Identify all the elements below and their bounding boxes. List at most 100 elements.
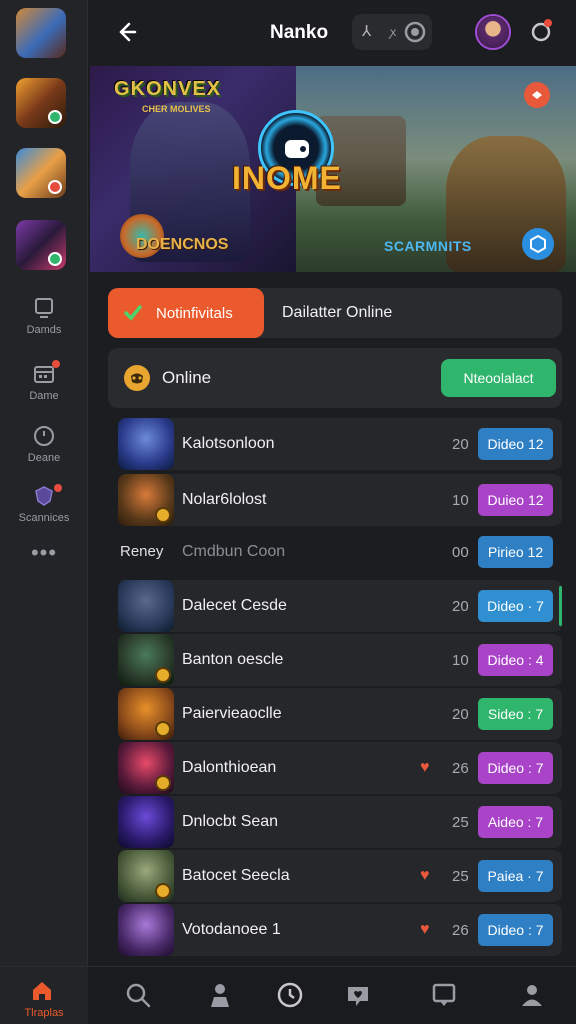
item-name: Nolar6lolost (182, 491, 267, 508)
notification-dot (52, 360, 60, 368)
chat-icon[interactable] (430, 981, 458, 1009)
list-item[interactable]: Kalotsonloon 20 Dideo 12 (118, 418, 562, 470)
record-icon[interactable] (404, 21, 426, 43)
tab-notifications[interactable]: Notinfivitals (108, 288, 264, 338)
list-item[interactable]: Votodanoee 1 ♥ 26 Dideo : 7 (118, 904, 562, 956)
item-name: Paiervieaoclle (182, 705, 282, 722)
avatar[interactable] (475, 14, 511, 50)
game-thumbnail (118, 474, 174, 526)
sidebar-item-label: Scannices (18, 512, 70, 524)
item-tag-button[interactable]: Dideo : 4 (478, 644, 553, 676)
list-item[interactable]: Dalonthioean ♥ 26 Dideo : 7 (118, 742, 562, 794)
game-thumbnail (118, 850, 174, 902)
item-tag-button[interactable]: Dideo : 7 (478, 914, 553, 946)
monitor-icon (35, 298, 53, 318)
item-count: 26 (452, 922, 469, 939)
close-icon: ꭗ (390, 25, 397, 39)
app-root: Damds Dame Deane Scannices ••• Nanko ⅄ ꭗ (0, 0, 576, 1024)
item-tag-button[interactable]: Dideo · 7 (478, 590, 553, 622)
home-icon (33, 982, 51, 1000)
search-icon[interactable] (124, 981, 152, 1009)
item-count: 26 (452, 760, 469, 777)
item-tag-button[interactable]: Pirieo 12 (478, 536, 553, 568)
featured-banner[interactable]: GKONVEX CHER MOLIVES INOME DOENCNOS SCAR… (90, 66, 576, 272)
list-item[interactable]: Dnlocbt Sean 25 Aideo : 7 (118, 796, 562, 848)
online-section: Online Nteoolalact (108, 348, 562, 408)
person-icon[interactable] (206, 981, 234, 1009)
play-icon (285, 140, 309, 158)
game-thumbnail (118, 688, 174, 740)
sidebar-item-damds[interactable]: Damds (0, 296, 88, 336)
more-icon[interactable]: ••• (0, 540, 88, 566)
settings-icon[interactable] (528, 18, 554, 44)
game-thumbnail (118, 580, 174, 632)
sidebar-item-label: Damds (26, 324, 62, 336)
item-count: 25 (452, 868, 469, 885)
online-action-button[interactable]: Nteoolalact (441, 359, 556, 397)
game-thumbnail (118, 742, 174, 794)
header: Nanko ⅄ ꭗ (88, 0, 576, 66)
item-tag-button[interactable]: Aideo : 7 (478, 806, 553, 838)
banner-right-label: SCARMNITS (384, 238, 472, 254)
banner-badge-icon[interactable] (524, 82, 550, 108)
list-item[interactable]: Dalecet Cesde 20 Dideo · 7 (118, 580, 562, 632)
item-tag-button[interactable]: Dideo : 7 (478, 752, 553, 784)
tab-bar: Notinfivitals Dailatter Online (108, 288, 562, 338)
list-item[interactable]: Nolar6lolost 10 Duieo 12 (118, 474, 562, 526)
list-item[interactable]: Paiervieaoclle 20 Sideo : 7 (118, 688, 562, 740)
nav-home-label: Tlraplas (24, 1007, 64, 1019)
item-name: Batocet Seecla (182, 867, 290, 884)
item-count: 00 (452, 544, 469, 561)
user-icon: ⅄ (362, 23, 372, 40)
item-name: Dalecet Cesde (182, 597, 287, 614)
item-count: 10 (452, 492, 469, 509)
item-name: Dalonthioean (182, 759, 277, 776)
sidebar-game-4[interactable] (16, 220, 66, 270)
sidebar-game-2[interactable] (16, 78, 66, 128)
item-name: Votodanoee 1 (182, 921, 281, 938)
game-thumbnail (118, 418, 174, 470)
header-pill[interactable]: ⅄ ꭗ (352, 14, 432, 50)
bottom-nav: Tlraplas (0, 966, 576, 1024)
item-count: 25 (452, 814, 469, 831)
nav-home[interactable]: Tlraplas (0, 967, 88, 1024)
list-item[interactable]: Reney Cmdbun Coon 00 Pirieo 12 (118, 526, 562, 578)
item-count: 20 (452, 598, 469, 615)
tab-online[interactable]: Dailatter Online (282, 304, 392, 322)
game-thumbnail (118, 904, 174, 956)
item-tag-button[interactable]: Sideo : 7 (478, 698, 553, 730)
item-name: Dnlocbt Sean (182, 813, 279, 830)
sidebar-item-dame[interactable]: Dame (0, 360, 88, 402)
banner-title: INOME (232, 160, 342, 196)
sidebar-game-1[interactable] (16, 8, 66, 58)
game-controller-icon (124, 365, 150, 391)
heart-icon[interactable]: ♥ (420, 867, 430, 885)
online-label: Online (162, 368, 212, 387)
page-title: Nanko (270, 22, 329, 43)
item-tag-button[interactable]: Dideo 12 (478, 428, 553, 460)
heart-icon[interactable]: ♥ (420, 921, 430, 939)
heart-chat-icon[interactable] (344, 981, 372, 1009)
banner-logo-sub: CHER MOLIVES (142, 104, 211, 114)
item-name: Kalotsonloon (182, 435, 275, 452)
back-arrow-icon[interactable] (112, 18, 140, 46)
sidebar-item-label: Deane (27, 452, 61, 464)
clock-icon[interactable] (276, 981, 304, 1009)
item-count: 10 (452, 652, 469, 669)
tab-label: Notinfivitals (156, 305, 233, 322)
heart-icon[interactable]: ♥ (420, 759, 430, 777)
item-tag-button[interactable]: Duieo 12 (478, 484, 553, 516)
item-name: Cmdbun Coon (182, 543, 286, 560)
sidebar-item-deane[interactable]: Deane (0, 424, 88, 464)
sidebar-item-scannices[interactable]: Scannices (0, 484, 88, 524)
item-tag-button[interactable]: Paiea · 7 (478, 860, 553, 892)
sidebar: Damds Dame Deane Scannices ••• (0, 0, 88, 966)
profile-icon[interactable] (518, 981, 546, 1009)
list-item[interactable]: Batocet Seecla ♥ 25 Paiea · 7 (118, 850, 562, 902)
sidebar-game-3[interactable] (16, 148, 66, 198)
list-item[interactable]: Banton oescle 10 Dideo : 4 (118, 634, 562, 686)
game-thumbnail (118, 634, 174, 686)
check-icon (124, 305, 142, 321)
shield-icon (35, 486, 53, 506)
cube-icon[interactable] (522, 228, 554, 260)
